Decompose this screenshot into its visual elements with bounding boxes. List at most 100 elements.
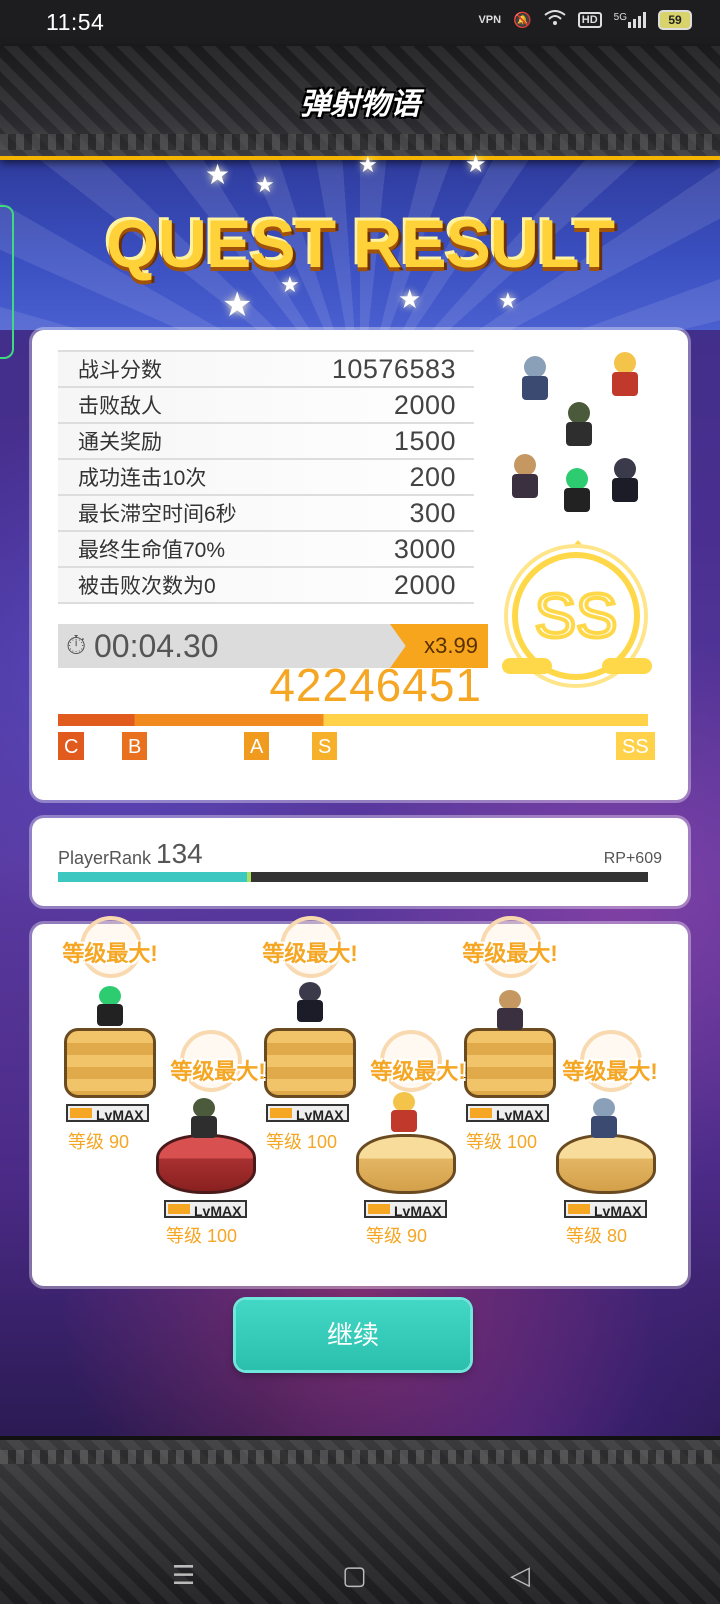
pedestal xyxy=(556,1134,656,1194)
unit-level: 等级 90 xyxy=(68,1132,130,1152)
party-unit: 等级最大! LvMAX 等级 80 xyxy=(550,1024,670,1314)
score-row: 最长滞空时间6秒 300 xyxy=(58,496,474,532)
badge-wing xyxy=(602,658,652,674)
status-time: 11:54 xyxy=(46,9,105,35)
rank-points-gained: RP+609 xyxy=(603,850,662,867)
star-icon: ★ xyxy=(398,284,422,314)
character-sprite xyxy=(384,1090,424,1134)
score-value: 200 xyxy=(409,461,456,492)
network-label: 5G xyxy=(613,12,627,23)
player-rank-label: PlayerRank xyxy=(58,848,152,868)
score-row: 通关奖励 1500 xyxy=(58,424,474,460)
score-row: 成功连击10次 200 xyxy=(58,460,474,496)
score-row: 击败敌人 2000 xyxy=(58,388,474,424)
checker-strip xyxy=(0,134,720,150)
unit-level: 等级 100 xyxy=(266,1132,338,1152)
page-title: QUEST RESULT xyxy=(105,206,615,282)
lv-max-tag: LvMAX xyxy=(564,1200,648,1219)
star-icon: ★ xyxy=(465,151,487,178)
max-level-label: 等级最大! xyxy=(462,941,558,966)
player-rank-panel: PlayerRank 134 RP+609 xyxy=(32,818,688,906)
score-label: 成功连击10次 xyxy=(78,467,207,490)
star-icon: ★ xyxy=(222,286,253,324)
lv-max-tag: LvMAX xyxy=(164,1200,248,1219)
checker-strip xyxy=(0,1450,720,1464)
vpn-icon: VPN xyxy=(478,14,502,26)
top-bar: 弹射物语 xyxy=(0,46,720,160)
star-icon: ★ xyxy=(358,152,378,177)
hd-icon: HD xyxy=(577,12,602,28)
character-sprite xyxy=(584,1096,624,1140)
system-nav-bar: ☰ ▢ ◁ xyxy=(0,1548,720,1600)
unit-level: 等级 90 xyxy=(366,1226,428,1246)
character-sprite xyxy=(490,988,530,1032)
score-value: 3000 xyxy=(393,533,456,564)
score-value: 300 xyxy=(409,497,456,528)
rank-marker-b: B xyxy=(122,732,148,760)
score-value: 1500 xyxy=(393,425,456,456)
player-rank-progress xyxy=(58,872,648,882)
player-rank-value: 134 xyxy=(156,838,203,869)
pedestal xyxy=(64,1028,156,1098)
clear-time: 00:04.30 xyxy=(94,628,219,664)
home-icon[interactable]: ▢ xyxy=(342,1560,367,1591)
star-icon: ★ xyxy=(498,288,518,313)
score-table: 战斗分数 10576583 击败敌人 2000 通关奖励 1500 成功连击10次 20… xyxy=(58,350,474,604)
rank-marker-s: S xyxy=(312,732,338,760)
score-label: 战斗分数 xyxy=(78,359,162,382)
5g-signal-icon: 5G xyxy=(614,12,646,28)
status-bar: 11:54 VPN 🔕 HD 5G 59 xyxy=(0,0,720,46)
rank-badge: SS xyxy=(502,540,652,700)
character-sprite xyxy=(290,980,330,1024)
score-label: 最终生命值70% xyxy=(78,539,226,562)
character-sprite xyxy=(602,348,648,400)
battery-level: 59 xyxy=(668,13,682,27)
party-level-panel: 等级最大! LvMAX 等级 90 等级最大! LvMAX 等级 100 等级最… xyxy=(32,916,688,1286)
score-value: 10576583 xyxy=(331,353,456,384)
result-panel: 战斗分数 10576583 击败敌人 2000 通关奖励 1500 成功连击10次 20… xyxy=(32,330,688,800)
character-sprite xyxy=(512,352,558,404)
score-label: 最长滞空时间6秒 xyxy=(78,503,237,526)
score-label: 被击败次数为0 xyxy=(78,575,216,598)
lv-max-tag: LvMAX xyxy=(66,1104,150,1123)
unit-level: 等级 100 xyxy=(466,1132,538,1152)
max-level-label: 等级最大! xyxy=(262,941,358,966)
game-logo: 弹射物语 xyxy=(300,88,420,121)
character-sprite xyxy=(556,398,602,450)
back-icon[interactable]: ◁ xyxy=(510,1560,530,1591)
badge-wing xyxy=(502,658,552,674)
score-row: 战斗分数 10576583 xyxy=(58,352,474,388)
menu-icon[interactable]: ☰ xyxy=(172,1560,195,1591)
score-row: 被击败次数为0 2000 xyxy=(58,568,474,604)
max-level-label: 等级最大! xyxy=(562,1059,658,1084)
pedestal xyxy=(356,1134,456,1194)
continue-button[interactable]: 继续 xyxy=(236,1300,470,1370)
character-sprite xyxy=(554,464,600,516)
max-level-label: 等级最大! xyxy=(170,1059,266,1084)
unit-level: 等级 100 xyxy=(166,1226,238,1246)
stopwatch-icon: ⏱ xyxy=(66,630,87,660)
rank-marker-ss: SS xyxy=(616,732,655,760)
score-value: 2000 xyxy=(393,389,456,420)
max-level-label: 等级最大! xyxy=(62,941,158,966)
rank-badge-text: SS xyxy=(533,580,620,653)
lv-max-tag: LvMAX xyxy=(466,1104,550,1123)
total-score: 42246451 xyxy=(269,659,482,711)
score-value: 2000 xyxy=(393,569,456,600)
player-rank-fill xyxy=(58,872,247,882)
score-label: 击败敌人 xyxy=(78,395,162,418)
pedestal xyxy=(156,1134,256,1194)
score-row: 最终生命值70% 3000 xyxy=(58,532,474,568)
character-sprite xyxy=(90,984,130,1028)
battery-icon: 59 xyxy=(658,10,692,30)
character-sprite xyxy=(184,1096,224,1140)
rank-marker-a: A xyxy=(244,732,270,760)
max-level-label: 等级最大! xyxy=(370,1059,466,1084)
score-label: 通关奖励 xyxy=(78,431,162,454)
lv-max-tag: LvMAX xyxy=(364,1200,448,1219)
rank-marker-c: C xyxy=(58,732,85,760)
character-sprite xyxy=(602,454,648,506)
rank-progress-bar xyxy=(58,714,648,726)
unit-level: 等级 80 xyxy=(566,1226,628,1246)
player-rank-gain xyxy=(246,872,251,882)
